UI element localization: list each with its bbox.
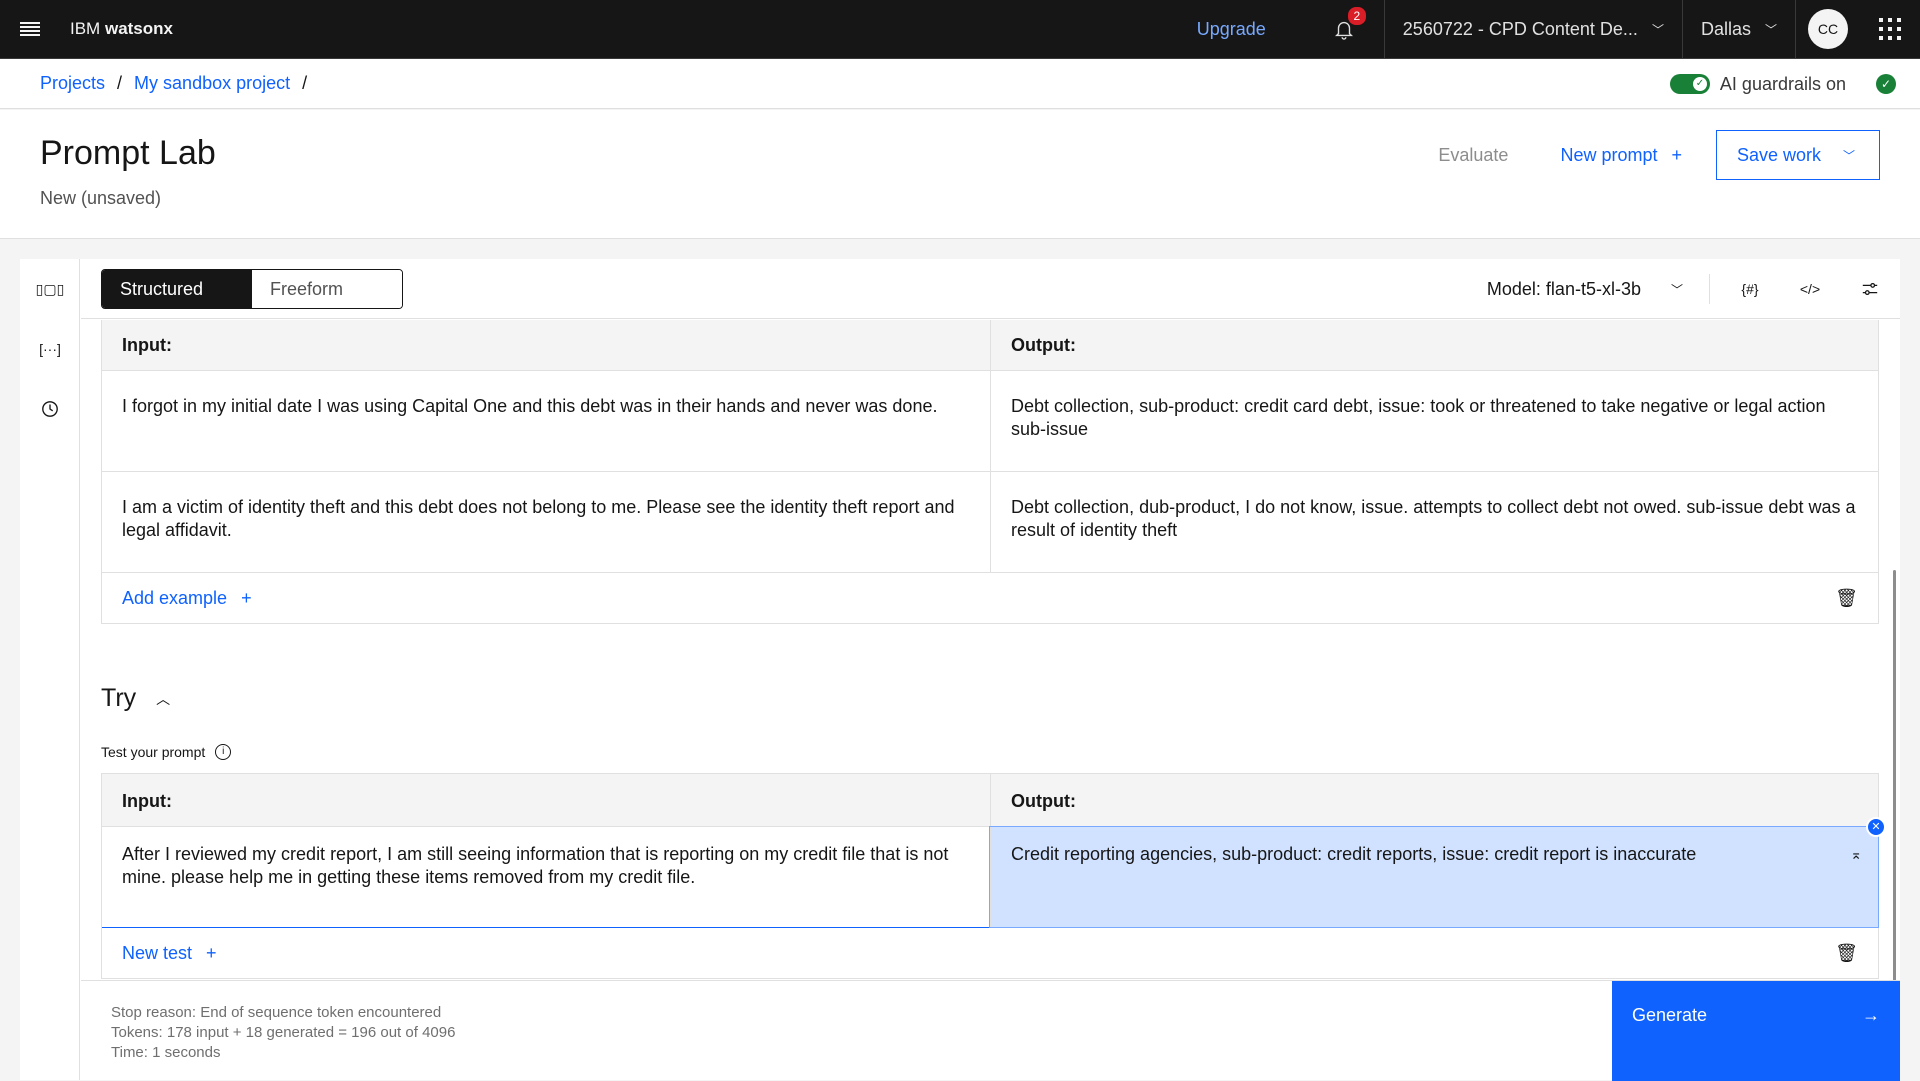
- guardrails-toggle[interactable]: [1669, 74, 1710, 94]
- test-prompt-label: Test your prompt i: [101, 744, 232, 760]
- mode-switcher: Structured Freeform: [101, 269, 403, 309]
- sample-prompts-icon[interactable]: ▯▢▯: [20, 259, 80, 319]
- new-test-button[interactable]: New test +: [122, 943, 217, 964]
- token-count: Tokens: 178 input + 18 generated = 196 o…: [111, 1024, 456, 1041]
- guardrails-label: AI guardrails on: [1719, 73, 1846, 94]
- generate-button[interactable]: Generate →: [1612, 981, 1900, 1081]
- notification-badge: 2: [1347, 6, 1366, 25]
- collapse-icon[interactable]: ⌅: [1850, 843, 1862, 866]
- input-header: Input:: [122, 335, 172, 355]
- test-table: Input: Output: After I reviewed my credi…: [101, 773, 1886, 979]
- history-icon[interactable]: [20, 379, 80, 439]
- settings-sliders-icon[interactable]: [1840, 259, 1900, 319]
- chevron-down-icon: ﹀: [1843, 148, 1856, 163]
- tab-freeform[interactable]: Freeform: [252, 270, 402, 308]
- checkmark-icon: ✓: [1876, 74, 1896, 94]
- chevron-down-icon[interactable]: ﹀: [1671, 281, 1683, 298]
- scrollbar[interactable]: [1893, 570, 1896, 980]
- close-icon[interactable]: ✕: [1866, 817, 1886, 837]
- page-title: Prompt Lab: [40, 134, 216, 172]
- breadcrumb-separator: /: [117, 73, 123, 93]
- info-icon[interactable]: i: [215, 744, 232, 760]
- prompt-workspace: ▯▢▯ [···] Structured Freeform Model: fla…: [20, 259, 1900, 1081]
- account-switcher[interactable]: 2560722 - CPD Content De... ﹀: [1383, 0, 1682, 59]
- notifications-button[interactable]: 2: [1314, 0, 1374, 59]
- page-header: Prompt Lab New (unsaved) Evaluate New pr…: [0, 110, 1920, 239]
- variables-icon[interactable]: {#}: [1720, 259, 1780, 319]
- saved-prompts-icon[interactable]: [···]: [20, 319, 80, 379]
- examples-header: Input: Output:: [102, 320, 1878, 371]
- upgrade-link[interactable]: Upgrade: [1197, 19, 1266, 40]
- editor-toolbar: Structured Freeform Model: flan-t5-xl-3b…: [81, 259, 1900, 319]
- arrow-right-icon: →: [1862, 1005, 1880, 1025]
- breadcrumb-separator: /: [302, 73, 308, 93]
- model-selector[interactable]: Model: flan-t5-xl-3b: [1487, 279, 1641, 300]
- add-example-button[interactable]: Add example +: [122, 588, 252, 609]
- stop-reason: Stop reason: End of sequence token encou…: [111, 1004, 442, 1021]
- breadcrumb: Projects / My sandbox project / AI guard…: [0, 59, 1920, 109]
- save-work-button[interactable]: Save work ﹀: [1716, 130, 1880, 180]
- app-grid-icon: [1879, 18, 1901, 40]
- test-header: Input: Output:: [102, 774, 1878, 827]
- code-icon[interactable]: </>: [1780, 259, 1840, 319]
- test-input[interactable]: After I reviewed my credit report, I am …: [102, 827, 990, 927]
- trash-icon[interactable]: 🗑: [1835, 588, 1858, 609]
- generation-time: Time: 1 seconds: [111, 1044, 221, 1061]
- divider: [1709, 274, 1710, 304]
- table-row: I forgot in my initial date I was using …: [102, 371, 1878, 472]
- new-prompt-button[interactable]: New prompt +: [1560, 145, 1682, 166]
- output-header: Output:: [990, 774, 1878, 826]
- menu-icon[interactable]: [0, 0, 60, 59]
- app-switcher-button[interactable]: [1860, 0, 1920, 59]
- model-controls: Model: flan-t5-xl-3b ﹀ {#} </>: [1487, 259, 1900, 319]
- tab-structured[interactable]: Structured: [102, 270, 252, 308]
- header-actions: Evaluate New prompt + Save work ﹀: [1438, 130, 1880, 180]
- plus-icon: +: [206, 942, 217, 963]
- breadcrumb-projects[interactable]: Projects: [40, 73, 105, 94]
- region-switcher[interactable]: Dallas ﹀: [1681, 0, 1795, 59]
- generation-footer: Stop reason: End of sequence token encou…: [81, 980, 1900, 1081]
- user-avatar-button[interactable]: CC: [1795, 0, 1860, 59]
- page-subtitle: New (unsaved): [40, 188, 162, 208]
- breadcrumb-project[interactable]: My sandbox project: [134, 73, 290, 94]
- examples-footer: Add example + 🗑: [102, 573, 1878, 623]
- examples-table: Input: Output: I forgot in my initial da…: [101, 320, 1879, 624]
- table-row: After I reviewed my credit report, I am …: [102, 817, 1886, 928]
- try-section-title[interactable]: Try ︿: [101, 684, 170, 713]
- test-output[interactable]: Credit reporting agencies, sub-product: …: [989, 817, 1886, 928]
- side-rail: ▯▢▯ [···]: [20, 259, 80, 1080]
- example-input[interactable]: I forgot in my initial date I was using …: [102, 371, 990, 471]
- prompt-content: Input: Output: I forgot in my initial da…: [81, 320, 1900, 980]
- example-input[interactable]: I am a victim of identity theft and this…: [102, 472, 990, 572]
- example-output[interactable]: Debt collection, dub-product, I do not k…: [990, 472, 1878, 572]
- input-header: Input:: [122, 791, 172, 811]
- evaluate-button[interactable]: Evaluate: [1438, 145, 1508, 166]
- chevron-down-icon: ﹀: [1764, 22, 1777, 37]
- test-footer: New test + 🗑: [102, 928, 1878, 978]
- ai-guardrails: AI guardrails on ✓: [1669, 59, 1896, 109]
- top-navigation-bar: IBM watsonx Upgrade 2 2560722 - CPD Cont…: [0, 0, 1920, 59]
- example-output[interactable]: Debt collection, sub-product: credit car…: [990, 371, 1878, 471]
- chevron-up-icon[interactable]: ︿: [156, 689, 170, 709]
- avatar: CC: [1808, 9, 1848, 49]
- plus-icon: +: [241, 587, 252, 608]
- brand-logo[interactable]: IBM watsonx: [70, 19, 173, 39]
- plus-icon: +: [1671, 144, 1682, 165]
- output-header: Output:: [990, 320, 1878, 370]
- table-row: I am a victim of identity theft and this…: [102, 472, 1878, 573]
- chevron-down-icon: ﹀: [1651, 22, 1664, 37]
- generation-stats: Stop reason: End of sequence token encou…: [111, 1003, 455, 1063]
- trash-icon[interactable]: 🗑: [1835, 943, 1858, 964]
